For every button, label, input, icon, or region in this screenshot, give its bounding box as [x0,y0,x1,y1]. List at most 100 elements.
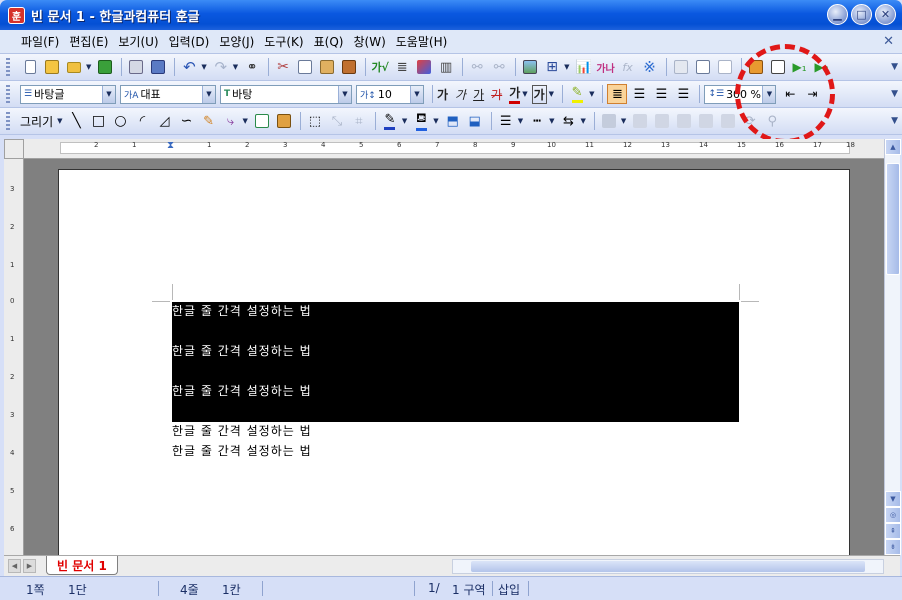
toolbar-grip[interactable] [6,58,10,77]
chevron-down-icon[interactable]: ▼ [762,85,776,103]
polygon-tool-button[interactable]: ◿ [155,111,175,131]
chevron-down-icon[interactable]: ▼ [102,85,115,103]
menu-edit[interactable]: 편집(E) [64,33,113,50]
bookmark-button[interactable]: ⚯ [489,57,509,77]
rectangle-tool-button[interactable]: □ [89,111,109,131]
text-color-button[interactable]: 가 [509,84,521,104]
horizontal-ruler[interactable]: 2 1 ⧗ 1 2 3 4 5 6 7 8 9 10 11 12 13 14 1… [24,139,884,159]
text-line[interactable]: 한글 줄 간격 설정하는 법 [172,422,312,439]
format-painter-button[interactable] [339,57,359,77]
arrow-style-dropdown-icon[interactable]: ▼ [580,117,585,125]
tab-next-button[interactable]: ▶ [23,559,36,573]
chevron-down-icon[interactable]: ▼ [202,85,215,103]
font-size-combo[interactable]: 가↕ 10 ▼ [356,84,424,104]
line-spacing-combo[interactable]: ↕☰ 300 % ▼ [704,84,777,104]
text-art-button[interactable]: 가나 [596,57,616,77]
maximize-button[interactable]: □ [851,4,872,25]
align-justify-button[interactable]: ≣ [607,84,628,104]
object-props-button[interactable] [674,111,694,131]
toolbar-grip[interactable] [6,85,10,104]
menu-view[interactable]: 보기(U) [113,33,163,50]
chevron-down-icon[interactable]: ▼ [410,85,423,103]
shadow-button[interactable] [599,111,619,131]
page-view-button[interactable] [693,57,713,77]
blank-view-button[interactable] [715,57,735,77]
open-button[interactable] [64,57,84,77]
macro-play1-button[interactable]: ▶₁ [790,57,810,77]
bring-front-button[interactable]: ⬒ [443,111,463,131]
toolbar-more-icon[interactable]: ▼ [891,89,898,99]
ruler-corner[interactable] [4,139,24,159]
text-color-dropdown-icon[interactable]: ▼ [522,90,527,98]
align-right-button[interactable]: ☰ [673,84,693,104]
chevron-down-icon[interactable]: ▼ [338,85,351,103]
text-line[interactable]: 한글 줄 간격 설정하는 법 [172,342,312,359]
menu-format[interactable]: 모양(J) [214,33,259,50]
rotate-object-button[interactable]: ⤡ [327,111,347,131]
memo-button[interactable] [746,57,766,77]
title-bar[interactable]: 훈 빈 문서 1 - 한글과컴퓨터 훈글 ▁ □ ✕ [0,0,902,30]
bold-button[interactable]: 가 [437,86,448,103]
draw-menu-label[interactable]: 그리기 [20,113,53,130]
menu-file[interactable]: 파일(F) [16,33,64,50]
flip-button[interactable]: ⚲ [762,111,782,131]
find-button[interactable]: ⚭ [242,57,262,77]
curve-tool-button[interactable]: ∽ [177,111,197,131]
tab-prev-button[interactable]: ◀ [8,559,21,573]
shadow-dropdown-icon[interactable]: ▼ [621,117,626,125]
horizontal-scroll-thumb[interactable] [471,561,865,572]
italic-button[interactable]: 가 [455,86,466,103]
macro-play2-button[interactable]: ▶₂ [812,57,832,77]
print-preview-button[interactable] [148,57,168,77]
save-button[interactable] [95,57,115,77]
char-border-button[interactable]: 가 [531,84,547,104]
ellipse-tool-button[interactable]: ○ [111,111,131,131]
line-thickness-button[interactable]: ☰ [496,111,516,131]
crop-object-button[interactable]: ⌗ [349,111,369,131]
decrease-indent-button[interactable]: ⇤ [780,84,800,104]
view-options-button[interactable] [768,57,788,77]
align-objects-button[interactable] [696,111,716,131]
text-line[interactable]: 한글 줄 간격 설정하는 법 [172,302,312,319]
align-left-button[interactable]: ☰ [629,84,649,104]
strikethrough-button[interactable]: 가 [491,86,502,103]
column-button[interactable]: ▥ [436,57,456,77]
draft-view-button[interactable] [671,57,691,77]
draw-dropdown-icon[interactable]: ▼ [57,117,62,125]
open-dropdown-icon[interactable]: ▼ [86,63,91,71]
toolbar-grip[interactable] [6,112,10,131]
insert-picture-button[interactable] [520,57,540,77]
next-page-button[interactable]: ⇟ [885,539,901,555]
line-color-dropdown-icon[interactable]: ▼ [402,117,407,125]
align-center-button[interactable]: ☰ [651,84,671,104]
scroll-up-button[interactable]: ▲ [885,139,901,155]
group-button[interactable] [630,111,650,131]
menu-insert[interactable]: 입력(D) [164,33,215,50]
font-lang-combo[interactable]: 가A 대표 ▼ [120,84,216,104]
distribute-button[interactable] [718,111,738,131]
prev-page-button[interactable]: ⇞ [885,523,901,539]
fill-color-dropdown-icon[interactable]: ▼ [433,117,438,125]
char-shape-button[interactable] [414,57,434,77]
cut-button[interactable]: ✂ [273,57,293,77]
table-dropdown-icon[interactable]: ▼ [564,63,569,71]
line-style-button[interactable]: ┅ [527,111,547,131]
connector-tool-button[interactable]: ⤷ [221,111,241,131]
tab-document-1[interactable]: 빈 문서 1 [46,556,118,575]
menu-table[interactable]: 표(Q) [309,33,349,50]
menu-window[interactable]: 창(W) [348,33,390,50]
page-select-button[interactable]: ◎ [885,507,901,523]
highlight-dropdown-icon[interactable]: ▼ [589,90,594,98]
status-insert-mode[interactable]: 삽입 [498,581,520,598]
scroll-down-button[interactable]: ▼ [885,491,901,507]
insert-table-button[interactable]: ⊞ [542,57,562,77]
arrow-style-button[interactable]: ⇆ [558,111,578,131]
vertical-ruler[interactable]: 3 2 1 0 1 2 3 4 5 6 [4,159,24,555]
hyperlink-button[interactable]: ⚯ [467,57,487,77]
horizontal-scrollbar[interactable] [452,559,884,574]
indent-marker-icon[interactable]: ⧗ [167,140,174,151]
template-button[interactable] [42,57,62,77]
line-style-dropdown-icon[interactable]: ▼ [549,117,554,125]
copy-button[interactable] [295,57,315,77]
print-button[interactable] [126,57,146,77]
